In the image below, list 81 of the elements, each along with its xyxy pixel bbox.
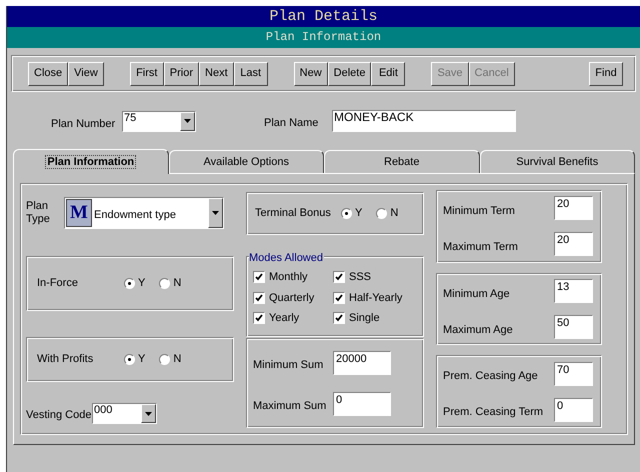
field-label: Prem. Ceasing Age: [443, 369, 539, 384]
check-icon: [335, 294, 343, 302]
checkbox-label: SSS: [349, 270, 372, 285]
toolbar-button[interactable]: Next: [199, 62, 234, 86]
dropdown-field[interactable]: 000: [92, 403, 157, 424]
radio-button[interactable]: [159, 278, 170, 289]
checkbox[interactable]: [333, 271, 345, 284]
radio-button[interactable]: [124, 354, 135, 365]
toolbar-button[interactable]: Close: [28, 62, 68, 86]
caret-icon: [145, 412, 152, 416]
checkbox-label: Yearly: [269, 311, 300, 326]
toolbar-button[interactable]: First: [130, 62, 164, 86]
input-field[interactable]: 0: [554, 398, 593, 422]
input-field[interactable]: 20: [554, 196, 593, 220]
radio-button[interactable]: [341, 208, 352, 219]
field-label: Vesting Code: [26, 408, 92, 424]
tab[interactable]: Available Options: [168, 150, 324, 173]
check-icon: [255, 314, 263, 322]
dropdown-value: Endowment type: [93, 208, 177, 223]
check-icon: [255, 294, 263, 302]
radio-label: Y: [138, 276, 146, 292]
field-label: Plan Number: [51, 116, 116, 132]
input-field[interactable]: 13: [554, 279, 593, 303]
radio-button[interactable]: [124, 278, 135, 289]
field-label: In-Force: [37, 276, 79, 292]
dropdown-button[interactable]: [208, 198, 223, 228]
check-icon: [335, 314, 343, 322]
radio-button[interactable]: [159, 354, 170, 365]
toolbar-button[interactable]: Last: [234, 62, 268, 86]
toolbar-button[interactable]: View: [68, 62, 104, 86]
field-label: Minimum Term: [443, 204, 516, 220]
window-title: Plan Details: [7, 6, 640, 27]
field-label: Prem. Ceasing Term: [443, 405, 544, 420]
field-label: Maximum Term: [443, 240, 519, 256]
checkbox[interactable]: [253, 292, 265, 304]
checkbox-label: Single: [349, 311, 380, 326]
caret-icon: [184, 119, 191, 123]
check-icon: [335, 273, 343, 282]
radio-label: N: [173, 352, 182, 368]
input-field[interactable]: 70: [554, 362, 593, 386]
dropdown-field[interactable]: 75: [122, 110, 196, 132]
check-icon: [255, 273, 263, 282]
field-label: Minimum Sum: [253, 358, 324, 374]
radio-label: Y: [138, 352, 146, 368]
tab[interactable]: Survival Benefits: [480, 150, 635, 173]
toolbar-button[interactable]: Delete: [328, 62, 372, 86]
checkbox-label: Quarterly: [269, 290, 314, 306]
plan-type-badge: M: [66, 199, 92, 227]
checkbox-label: Half-Yearly: [349, 290, 402, 306]
field-label: Maximum Sum: [253, 399, 328, 414]
checkbox[interactable]: [253, 312, 265, 324]
toolbar-button[interactable]: New: [294, 62, 328, 86]
checkbox[interactable]: [333, 292, 345, 304]
radio-label: N: [173, 276, 182, 292]
dropdown-button[interactable]: [141, 404, 156, 423]
toolbar-button[interactable]: Prior: [164, 62, 200, 86]
input-field[interactable]: 20000: [333, 350, 391, 374]
tab[interactable]: Plan Information: [13, 149, 168, 174]
input-field[interactable]: 0: [333, 392, 391, 416]
radio-button[interactable]: [376, 208, 388, 219]
radio-label: Y: [355, 206, 362, 222]
field-label: Plan Name: [264, 116, 320, 131]
field-label: With Profits: [37, 352, 94, 368]
tab[interactable]: Rebate: [324, 150, 480, 173]
window-subtitle: Plan Information: [7, 27, 640, 48]
radio-label: N: [390, 206, 398, 222]
checkbox[interactable]: [253, 271, 265, 284]
checkbox-label: Monthly: [269, 270, 308, 285]
toolbar-button[interactable]: Edit: [371, 62, 406, 86]
field-label: Minimum Age: [443, 286, 511, 302]
toolbar-button[interactable]: Find: [589, 62, 623, 86]
input-field[interactable]: MONEY-BACK: [332, 110, 516, 132]
input-field[interactable]: 20: [554, 232, 593, 256]
field-label: Terminal Bonus: [255, 206, 332, 222]
checkbox[interactable]: [333, 312, 345, 324]
caret-icon: [212, 211, 219, 215]
dropdown-field[interactable]: M Endowment type: [64, 197, 224, 229]
dropdown-button[interactable]: [180, 112, 195, 130]
input-field[interactable]: 50: [554, 315, 593, 339]
field-label: Maximum Age: [443, 322, 514, 338]
field-label: Plan Type: [26, 200, 51, 226]
